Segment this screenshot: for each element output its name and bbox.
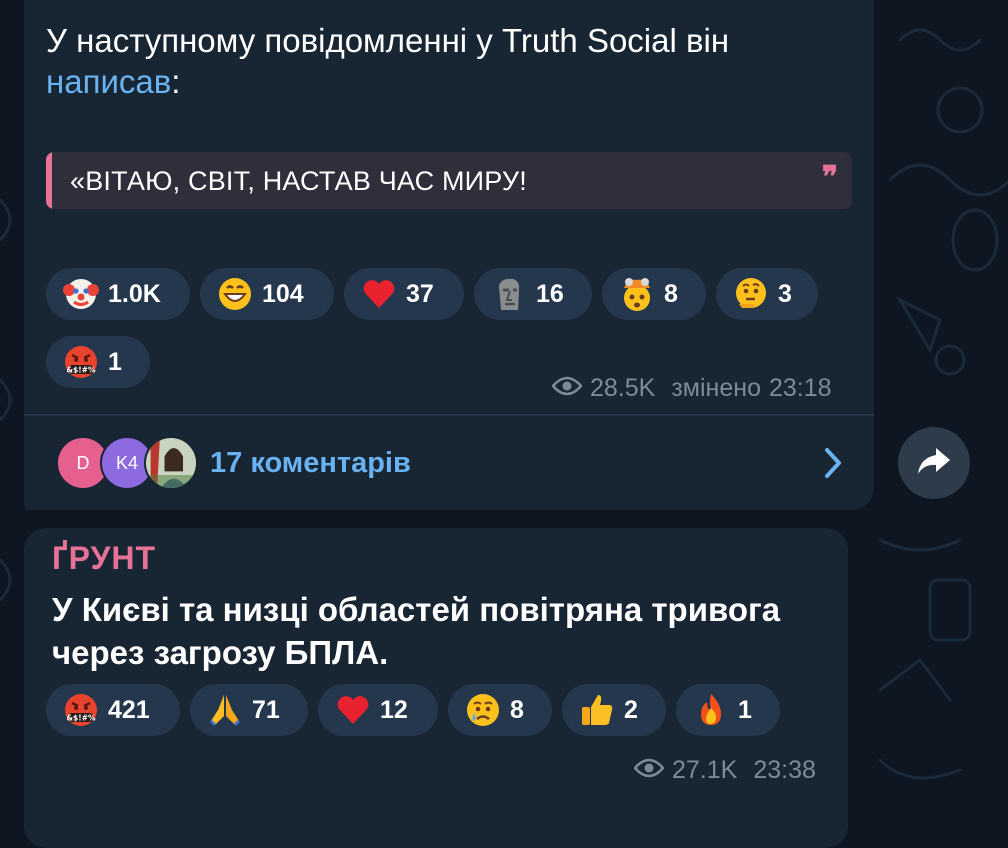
thinking-face-icon [732,275,770,313]
views-count: 28.5K [590,374,656,402]
crying-face-icon [464,691,502,729]
reaction-count: 16 [536,279,564,308]
edited-label: змінено [671,374,761,402]
reaction-count: 104 [262,279,304,308]
svg-text:&$!#%: &$!#% [67,714,96,723]
clown-face-icon [62,275,100,313]
grinning-face-icon [216,275,254,313]
quote-text: «ВІТАЮ, СВІТ, НАСТАВ ЧАС МИРУ! [70,166,527,196]
reaction-count: 37 [406,279,434,308]
reaction-count: 1 [738,695,752,724]
reaction-chip[interactable]: 12 [318,684,438,736]
svg-text:&$!#%: &$!#% [67,366,96,375]
reaction-chip[interactable]: 8 [448,684,552,736]
reaction-chip[interactable]: 104 [200,268,334,320]
reaction-chip[interactable]: &$!#% 1 [46,336,150,388]
cursing-face-icon: &$!#% [62,343,100,381]
reaction-chip[interactable]: &$!#% 421 [46,684,180,736]
reaction-count: 3 [778,279,792,308]
thumbs-up-icon [578,691,616,729]
avatar-photo [144,436,198,490]
folded-hands-icon [206,691,244,729]
cursing-face-icon: &$!#% [62,691,100,729]
reaction-count: 8 [664,279,678,308]
red-heart-icon [334,691,372,729]
comments-divider [24,414,874,416]
reaction-chip[interactable]: 16 [474,268,592,320]
reaction-count: 421 [108,695,150,724]
reaction-count: 71 [252,695,280,724]
views-icon [551,374,583,403]
chevron-right-icon[interactable] [822,446,844,485]
comments-label[interactable]: 17 коментарів [210,447,411,480]
reaction-count: 1 [108,347,122,376]
message-meta: 28.5K змінено 23:18 [551,374,832,403]
reaction-chip[interactable]: 37 [344,268,464,320]
quote-icon: ❞ [821,161,838,194]
message-text: У Києві та низці областей повітряна трив… [52,591,781,671]
message-text: У наступному повідомленні у Truth Social… [46,22,730,100]
share-arrow-icon [916,446,952,481]
fire-icon [692,691,730,729]
quote-accent-bar [46,152,52,209]
red-heart-icon [360,275,398,313]
reaction-count: 2 [624,695,638,724]
reaction-chip[interactable]: 1.0K [46,268,190,320]
reaction-chip[interactable]: 3 [716,268,818,320]
sender-name[interactable]: ҐРУНТ [52,540,156,577]
views-icon [633,756,665,785]
reaction-count: 12 [380,695,408,724]
moai-icon [490,275,528,313]
views-count: 27.1K [672,756,738,784]
reaction-count: 8 [510,695,524,724]
message-time: 23:18 [768,374,832,402]
reaction-count: 1.0K [108,279,161,308]
reaction-chip[interactable]: 71 [190,684,308,736]
reaction-chip[interactable]: 8 [602,268,706,320]
reaction-chip[interactable]: 1 [676,684,780,736]
share-button[interactable] [898,427,970,499]
message-meta: 27.1K 23:38 [633,756,816,785]
message-link[interactable]: написав [46,63,171,100]
quote-block: «ВІТАЮ, СВІТ, НАСТАВ ЧАС МИРУ! ❞ [46,152,852,209]
reaction-chip[interactable]: 2 [562,684,666,736]
message-time: 23:38 [753,756,816,784]
exploding-head-icon [618,275,656,313]
